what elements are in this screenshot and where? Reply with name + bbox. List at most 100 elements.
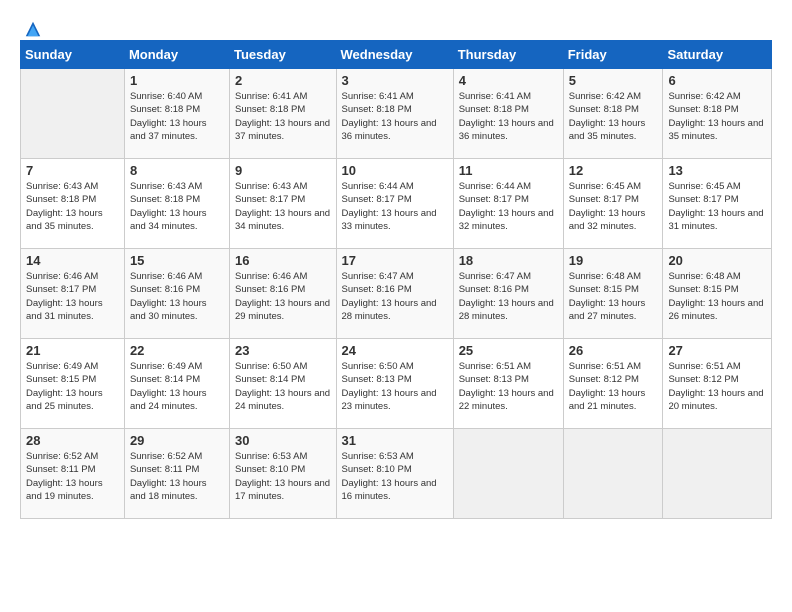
day-info: Sunrise: 6:41 AMSunset: 8:18 PMDaylight:… <box>235 90 330 143</box>
day-info: Sunrise: 6:41 AMSunset: 8:18 PMDaylight:… <box>459 90 558 143</box>
day-number: 5 <box>569 73 658 88</box>
calendar-cell-w0d0 <box>21 69 125 159</box>
day-number: 11 <box>459 163 558 178</box>
day-number: 7 <box>26 163 119 178</box>
calendar-cell-w3d5: 26Sunrise: 6:51 AMSunset: 8:12 PMDayligh… <box>563 339 663 429</box>
day-number: 27 <box>668 343 766 358</box>
day-info: Sunrise: 6:51 AMSunset: 8:12 PMDaylight:… <box>668 360 766 413</box>
day-info: Sunrise: 6:47 AMSunset: 8:16 PMDaylight:… <box>459 270 558 323</box>
day-number: 15 <box>130 253 224 268</box>
calendar-cell-w0d1: 1 Sunrise: 6:40 AMSunset: 8:18 PMDaylight… <box>124 69 229 159</box>
day-number: 28 <box>26 433 119 448</box>
calendar-cell-w4d3: 31Sunrise: 6:53 AMSunset: 8:10 PMDayligh… <box>336 429 453 519</box>
day-info: Sunrise: 6:45 AMSunset: 8:17 PMDaylight:… <box>569 180 658 233</box>
day-info: Sunrise: 6:53 AMSunset: 8:10 PMDaylight:… <box>235 450 330 503</box>
logo-icon <box>24 20 42 38</box>
calendar-cell-w4d0: 28 Sunrise: 6:52 AMSunset: 8:11 PMDayligh… <box>21 429 125 519</box>
calendar-cell-w4d1: 29Sunrise: 6:52 AMSunset: 8:11 PMDayligh… <box>124 429 229 519</box>
calendar-week-2: 14Sunrise: 6:46 AMSunset: 8:17 PMDayligh… <box>21 249 772 339</box>
calendar-week-1: 7 Sunrise: 6:43 AMSunset: 8:18 PMDaylight… <box>21 159 772 249</box>
day-info: Sunrise: 6:49 AMSunset: 8:15 PMDaylight:… <box>26 360 119 413</box>
calendar-cell-w2d2: 16Sunrise: 6:46 AMSunset: 8:16 PMDayligh… <box>230 249 336 339</box>
day-info: Sunrise: 6:53 AMSunset: 8:10 PMDaylight:… <box>342 450 448 503</box>
calendar-cell-w1d5: 12 Sunrise: 6:45 AMSunset: 8:17 PMDayligh… <box>563 159 663 249</box>
calendar-cell-w3d4: 25 Sunrise: 6:51 AMSunset: 8:13 PMDayligh… <box>453 339 563 429</box>
day-info: Sunrise: 6:40 AMSunset: 8:18 PMDaylight:… <box>130 90 224 143</box>
day-info: Sunrise: 6:48 AMSunset: 8:15 PMDaylight:… <box>569 270 658 323</box>
calendar-cell-w1d1: 8 Sunrise: 6:43 AMSunset: 8:18 PMDaylight… <box>124 159 229 249</box>
day-number: 14 <box>26 253 119 268</box>
calendar-cell-w3d2: 23 Sunrise: 6:50 AMSunset: 8:14 PMDayligh… <box>230 339 336 429</box>
calendar-table: SundayMondayTuesdayWednesdayThursdayFrid… <box>20 40 772 519</box>
day-number: 21 <box>26 343 119 358</box>
calendar-cell-w0d4: 4 Sunrise: 6:41 AMSunset: 8:18 PMDaylight… <box>453 69 563 159</box>
calendar-cell-w3d6: 27 Sunrise: 6:51 AMSunset: 8:12 PMDayligh… <box>663 339 772 429</box>
day-info: Sunrise: 6:52 AMSunset: 8:11 PMDaylight:… <box>26 450 119 503</box>
calendar-cell-w3d1: 22 Sunrise: 6:49 AMSunset: 8:14 PMDayligh… <box>124 339 229 429</box>
day-number: 16 <box>235 253 330 268</box>
calendar-week-3: 21 Sunrise: 6:49 AMSunset: 8:15 PMDayligh… <box>21 339 772 429</box>
calendar-cell-w4d2: 30 Sunrise: 6:53 AMSunset: 8:10 PMDayligh… <box>230 429 336 519</box>
day-number: 30 <box>235 433 330 448</box>
logo <box>20 20 42 30</box>
calendar-cell-w4d5 <box>563 429 663 519</box>
day-info: Sunrise: 6:43 AMSunset: 8:18 PMDaylight:… <box>26 180 119 233</box>
day-number: 2 <box>235 73 330 88</box>
calendar-cell-w1d3: 10Sunrise: 6:44 AMSunset: 8:17 PMDayligh… <box>336 159 453 249</box>
calendar-week-0: 1 Sunrise: 6:40 AMSunset: 8:18 PMDaylight… <box>21 69 772 159</box>
header-tuesday: Tuesday <box>230 41 336 69</box>
day-number: 22 <box>130 343 224 358</box>
day-number: 23 <box>235 343 330 358</box>
calendar-cell-w0d5: 5Sunrise: 6:42 AMSunset: 8:18 PMDaylight… <box>563 69 663 159</box>
calendar-cell-w2d1: 15Sunrise: 6:46 AMSunset: 8:16 PMDayligh… <box>124 249 229 339</box>
calendar-cell-w1d0: 7 Sunrise: 6:43 AMSunset: 8:18 PMDaylight… <box>21 159 125 249</box>
day-info: Sunrise: 6:51 AMSunset: 8:13 PMDaylight:… <box>459 360 558 413</box>
day-info: Sunrise: 6:41 AMSunset: 8:18 PMDaylight:… <box>342 90 448 143</box>
page-header <box>20 20 772 30</box>
day-number: 4 <box>459 73 558 88</box>
day-number: 20 <box>668 253 766 268</box>
day-number: 18 <box>459 253 558 268</box>
header-wednesday: Wednesday <box>336 41 453 69</box>
day-number: 25 <box>459 343 558 358</box>
calendar-cell-w2d5: 19 Sunrise: 6:48 AMSunset: 8:15 PMDayligh… <box>563 249 663 339</box>
calendar-cell-w0d3: 3 Sunrise: 6:41 AMSunset: 8:18 PMDaylight… <box>336 69 453 159</box>
calendar-header: SundayMondayTuesdayWednesdayThursdayFrid… <box>21 41 772 69</box>
calendar-cell-w0d6: 6 Sunrise: 6:42 AMSunset: 8:18 PMDaylight… <box>663 69 772 159</box>
calendar-cell-w4d6 <box>663 429 772 519</box>
header-friday: Friday <box>563 41 663 69</box>
header-saturday: Saturday <box>663 41 772 69</box>
day-info: Sunrise: 6:50 AMSunset: 8:14 PMDaylight:… <box>235 360 330 413</box>
calendar-week-4: 28 Sunrise: 6:52 AMSunset: 8:11 PMDayligh… <box>21 429 772 519</box>
day-number: 3 <box>342 73 448 88</box>
day-info: Sunrise: 6:44 AMSunset: 8:17 PMDaylight:… <box>342 180 448 233</box>
calendar-cell-w0d2: 2 Sunrise: 6:41 AMSunset: 8:18 PMDaylight… <box>230 69 336 159</box>
day-number: 6 <box>668 73 766 88</box>
day-number: 19 <box>569 253 658 268</box>
calendar-cell-w2d6: 20Sunrise: 6:48 AMSunset: 8:15 PMDayligh… <box>663 249 772 339</box>
day-info: Sunrise: 6:43 AMSunset: 8:17 PMDaylight:… <box>235 180 330 233</box>
header-row: SundayMondayTuesdayWednesdayThursdayFrid… <box>21 41 772 69</box>
day-number: 8 <box>130 163 224 178</box>
day-info: Sunrise: 6:43 AMSunset: 8:18 PMDaylight:… <box>130 180 224 233</box>
day-info: Sunrise: 6:50 AMSunset: 8:13 PMDaylight:… <box>342 360 448 413</box>
calendar-cell-w2d4: 18 Sunrise: 6:47 AMSunset: 8:16 PMDayligh… <box>453 249 563 339</box>
calendar-cell-w3d3: 24Sunrise: 6:50 AMSunset: 8:13 PMDayligh… <box>336 339 453 429</box>
day-info: Sunrise: 6:52 AMSunset: 8:11 PMDaylight:… <box>130 450 224 503</box>
calendar-body: 1 Sunrise: 6:40 AMSunset: 8:18 PMDaylight… <box>21 69 772 519</box>
header-monday: Monday <box>124 41 229 69</box>
calendar-cell-w2d3: 17Sunrise: 6:47 AMSunset: 8:16 PMDayligh… <box>336 249 453 339</box>
day-info: Sunrise: 6:49 AMSunset: 8:14 PMDaylight:… <box>130 360 224 413</box>
day-number: 1 <box>130 73 224 88</box>
day-number: 13 <box>668 163 766 178</box>
day-info: Sunrise: 6:42 AMSunset: 8:18 PMDaylight:… <box>668 90 766 143</box>
day-number: 17 <box>342 253 448 268</box>
calendar-cell-w1d6: 13Sunrise: 6:45 AMSunset: 8:17 PMDayligh… <box>663 159 772 249</box>
header-thursday: Thursday <box>453 41 563 69</box>
day-number: 12 <box>569 163 658 178</box>
day-number: 9 <box>235 163 330 178</box>
calendar-cell-w1d2: 9 Sunrise: 6:43 AMSunset: 8:17 PMDaylight… <box>230 159 336 249</box>
day-info: Sunrise: 6:44 AMSunset: 8:17 PMDaylight:… <box>459 180 558 233</box>
calendar-cell-w4d4 <box>453 429 563 519</box>
header-sunday: Sunday <box>21 41 125 69</box>
